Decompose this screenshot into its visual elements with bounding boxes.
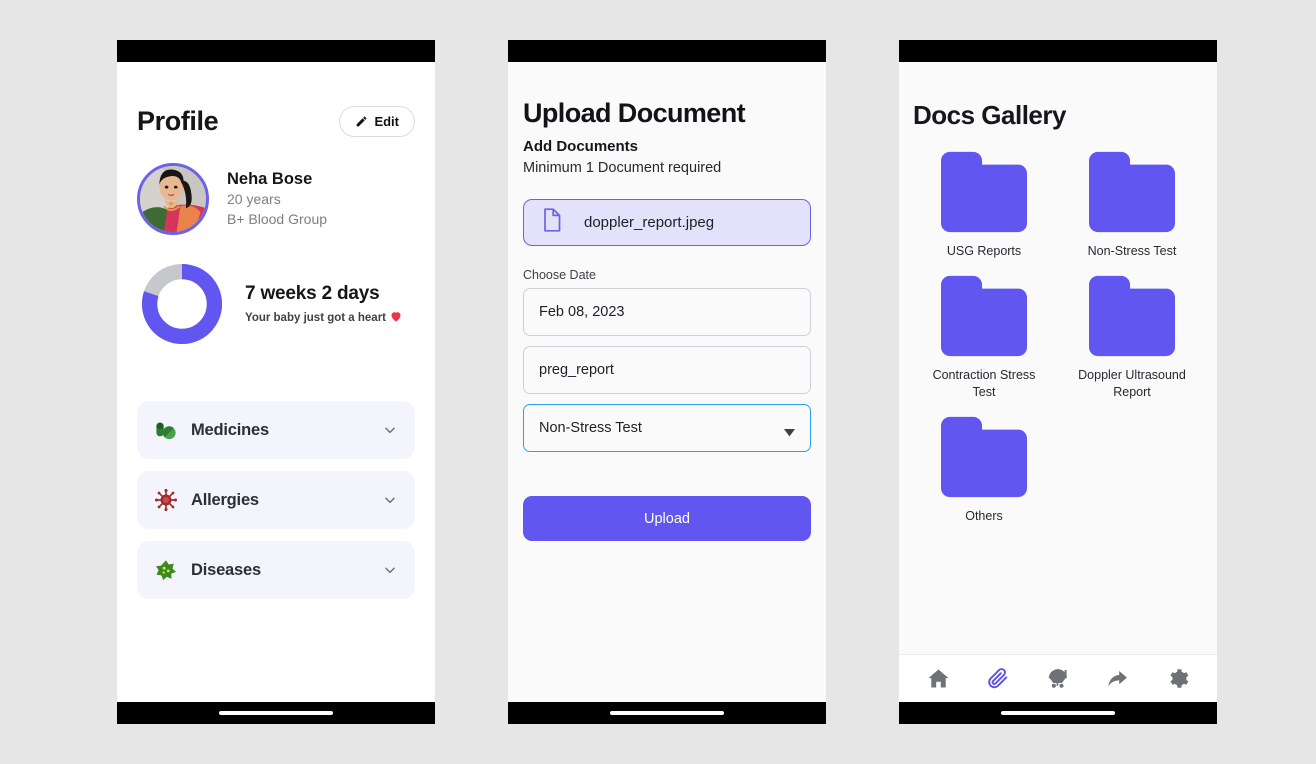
profile-screen: Profile Edit Neha Bose 20 years B+ Blood… [117, 62, 435, 702]
section-note: Minimum 1 Document required [523, 160, 722, 176]
avatar[interactable] [137, 163, 209, 235]
pregnancy-progress-donut [141, 263, 223, 345]
folder-item-contraction-stress-test[interactable]: Contraction Stress Test [913, 273, 1055, 402]
pregnancy-message-row: Your baby just got a heart [245, 311, 402, 325]
category-select-value: Non-Stress Test [539, 420, 642, 436]
folder-item-non-stress-test[interactable]: Non-Stress Test [1061, 149, 1203, 261]
folder-label: Doppler Ultrasound Report [1078, 367, 1186, 400]
system-nav-bar [117, 702, 435, 724]
stroller-icon[interactable] [1046, 667, 1069, 690]
profile-header: Profile Edit [137, 62, 415, 137]
pregnancy-progress: 7 weeks 2 days Your baby just got a hear… [137, 259, 415, 349]
status-bar [899, 40, 1217, 62]
date-input[interactable]: Feb 08, 2023 [523, 288, 811, 336]
chevron-down-icon[interactable] [383, 423, 397, 437]
virus-icon [154, 488, 178, 512]
folder-icon [1089, 275, 1175, 356]
sidebar-item-medicines[interactable]: Medicines [137, 401, 415, 459]
date-input-value: Feb 08, 2023 [539, 304, 625, 320]
caret-down-icon[interactable] [784, 425, 795, 437]
phone-mockup-upload: Upload Document Add Documents Minimum 1 … [508, 40, 826, 724]
edit-profile-button[interactable]: Edit [339, 106, 415, 137]
section-heading: Add Documents [523, 138, 639, 155]
category-select[interactable]: Non-Stress Test [523, 404, 811, 452]
document-file-icon [542, 208, 562, 237]
upload-button-label: Upload [644, 510, 690, 527]
folder-label: Non-Stress Test [1087, 244, 1177, 258]
folder-label: Contraction Stress Test [932, 367, 1036, 400]
paperclip-icon[interactable] [987, 667, 1010, 690]
status-bar [117, 40, 435, 62]
user-details: Neha Bose 20 years B+ Blood Group [227, 168, 327, 230]
chevron-down-icon[interactable] [383, 563, 397, 577]
home-indicator[interactable] [610, 711, 724, 715]
folder-label: USG Reports [946, 244, 1022, 258]
screenshot-stage: Profile Edit Neha Bose 20 years B+ Blood… [0, 0, 1316, 764]
phone-mockup-profile: Profile Edit Neha Bose 20 years B+ Blood… [117, 40, 435, 724]
edit-button-label: Edit [374, 114, 399, 129]
user-age: 20 years [227, 191, 281, 208]
folder-label: Others [965, 508, 1003, 523]
status-bar [508, 40, 826, 62]
home-icon[interactable] [927, 667, 950, 690]
document-name-input[interactable]: preg_report [523, 346, 811, 394]
upload-document-screen: Upload Document Add Documents Minimum 1 … [508, 62, 826, 702]
sidebar-item-label: Diseases [191, 560, 261, 579]
sidebar-item-allergies[interactable]: Allergies [137, 471, 415, 529]
heart-icon [390, 311, 402, 325]
user-blood-group: B+ Blood Group [227, 211, 328, 228]
share-arrow-icon[interactable] [1106, 667, 1129, 690]
page-title: Profile [137, 106, 219, 136]
system-nav-bar [508, 702, 826, 724]
docs-gallery-screen: Docs Gallery USG Reports Non-Stress Test… [899, 62, 1217, 702]
pills-icon [155, 419, 177, 441]
home-indicator[interactable] [219, 711, 333, 715]
page-title: Docs Gallery [913, 100, 1066, 130]
user-name: Neha Bose [227, 169, 313, 188]
sidebar-item-label: Allergies [191, 490, 259, 509]
health-accordion-list: Medicines Allergies Diseases [137, 401, 415, 599]
date-field-label: Choose Date [523, 268, 596, 282]
pregnancy-text: 7 weeks 2 days Your baby just got a hear… [245, 283, 402, 325]
germ-icon [155, 559, 177, 581]
document-filename: doppler_report.jpeg [584, 214, 715, 231]
page-title: Upload Document [523, 98, 746, 128]
selected-document-chip[interactable]: doppler_report.jpeg [523, 199, 811, 246]
folder-grid: USG Reports Non-Stress Test Contraction … [913, 149, 1203, 525]
sidebar-item-diseases[interactable]: Diseases [137, 541, 415, 599]
user-summary: Neha Bose 20 years B+ Blood Group [137, 163, 415, 235]
sidebar-item-label: Medicines [191, 420, 269, 439]
gear-icon[interactable] [1166, 667, 1189, 690]
folder-icon [941, 275, 1027, 356]
folder-icon [941, 151, 1027, 233]
pencil-icon [355, 115, 368, 128]
folder-icon [1089, 151, 1175, 233]
folder-item-usg-reports[interactable]: USG Reports [913, 149, 1055, 261]
chevron-down-icon[interactable] [383, 493, 397, 507]
document-name-value: preg_report [539, 362, 614, 378]
folder-item-others[interactable]: Others [913, 414, 1055, 526]
upload-button[interactable]: Upload [523, 496, 811, 541]
phone-mockup-gallery: Docs Gallery USG Reports Non-Stress Test… [899, 40, 1217, 724]
folder-item-doppler-ultrasound-report[interactable]: Doppler Ultrasound Report [1061, 273, 1203, 402]
system-nav-bar [899, 702, 1217, 724]
home-indicator[interactable] [1001, 711, 1115, 715]
pregnancy-message: Your baby just got a heart [245, 312, 386, 324]
bottom-tab-bar [899, 654, 1217, 702]
pregnancy-duration: 7 weeks 2 days [245, 283, 380, 304]
folder-icon [941, 416, 1027, 497]
